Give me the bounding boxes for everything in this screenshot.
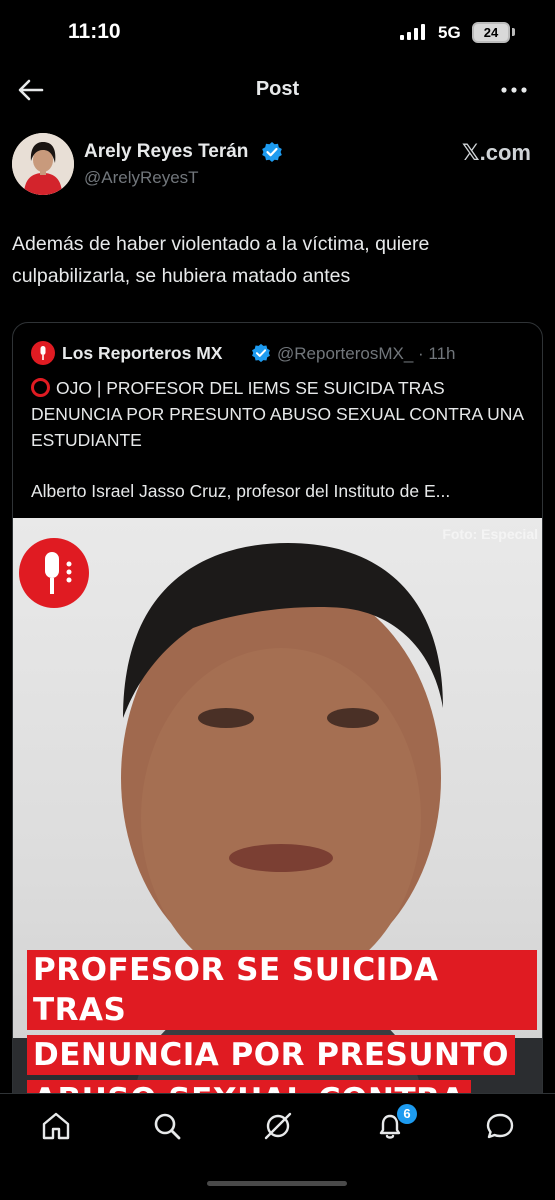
- search-icon[interactable]: [151, 1110, 183, 1142]
- top-bar: Post: [0, 66, 555, 114]
- network-label: 5G: [438, 23, 461, 42]
- home-indicator: [207, 1181, 347, 1186]
- red-circle-icon: [31, 378, 50, 397]
- more-options-icon[interactable]: [498, 76, 530, 104]
- page-title: Post: [255, 78, 300, 100]
- verified-badge-icon: [252, 343, 270, 363]
- verified-badge-icon: [262, 142, 282, 162]
- bottom-nav: 6: [0, 1093, 555, 1200]
- quote-avatar[interactable]: [31, 341, 55, 365]
- status-time: 11:10: [68, 20, 121, 43]
- quote-text: OJO | PROFESOR DEL IEMS SE SUICIDA TRAS …: [31, 375, 526, 453]
- author-handle[interactable]: @ArelyReyesT: [84, 168, 199, 188]
- headline-line: PROFESOR SE SUICIDA TRAS: [27, 950, 537, 1030]
- x-watermark: 𝕏.com: [461, 140, 531, 165]
- quote-text-body: OJO | PROFESOR DEL IEMS SE SUICIDA TRAS …: [31, 378, 524, 450]
- messages-icon[interactable]: [484, 1110, 516, 1142]
- home-icon[interactable]: [40, 1110, 72, 1142]
- grok-icon[interactable]: [262, 1110, 294, 1142]
- status-bar: 11:10 5G 24: [0, 0, 555, 66]
- media-headline: PROFESOR SE SUICIDA TRAS DENUNCIA POR PR…: [27, 950, 537, 1111]
- quote-handle[interactable]: @ReporterosMX_ · 11h: [277, 344, 456, 364]
- battery-tip: [512, 28, 515, 36]
- notifications-badge: 6: [397, 1104, 417, 1124]
- battery-icon: 24: [472, 22, 510, 43]
- photo-credit: Foto: Especial: [442, 526, 538, 542]
- battery-level: 24: [483, 25, 499, 40]
- reporteros-logo-icon: [19, 538, 89, 608]
- post-author: Arely Reyes Terán @ArelyReyesT 𝕏.com: [0, 133, 555, 199]
- avatar[interactable]: [12, 133, 74, 195]
- quote-media-image[interactable]: Foto: Especial PROFESOR SE SUICIDA TRAS …: [13, 518, 542, 1111]
- quote-excerpt: Alberto Israel Jasso Cruz, profesor del …: [31, 481, 451, 501]
- author-name[interactable]: Arely Reyes Terán: [84, 141, 248, 163]
- signal-icon: [400, 24, 430, 40]
- quoted-post[interactable]: Los Reporteros MX @ReporterosMX_ · 11h O…: [12, 322, 543, 1112]
- back-arrow-icon[interactable]: [16, 76, 46, 104]
- quote-author-name[interactable]: Los Reporteros MX: [62, 343, 222, 364]
- tweet-text: Además de haber violentado a la víctima,…: [12, 233, 430, 287]
- headline-line: DENUNCIA POR PRESUNTO: [27, 1035, 515, 1075]
